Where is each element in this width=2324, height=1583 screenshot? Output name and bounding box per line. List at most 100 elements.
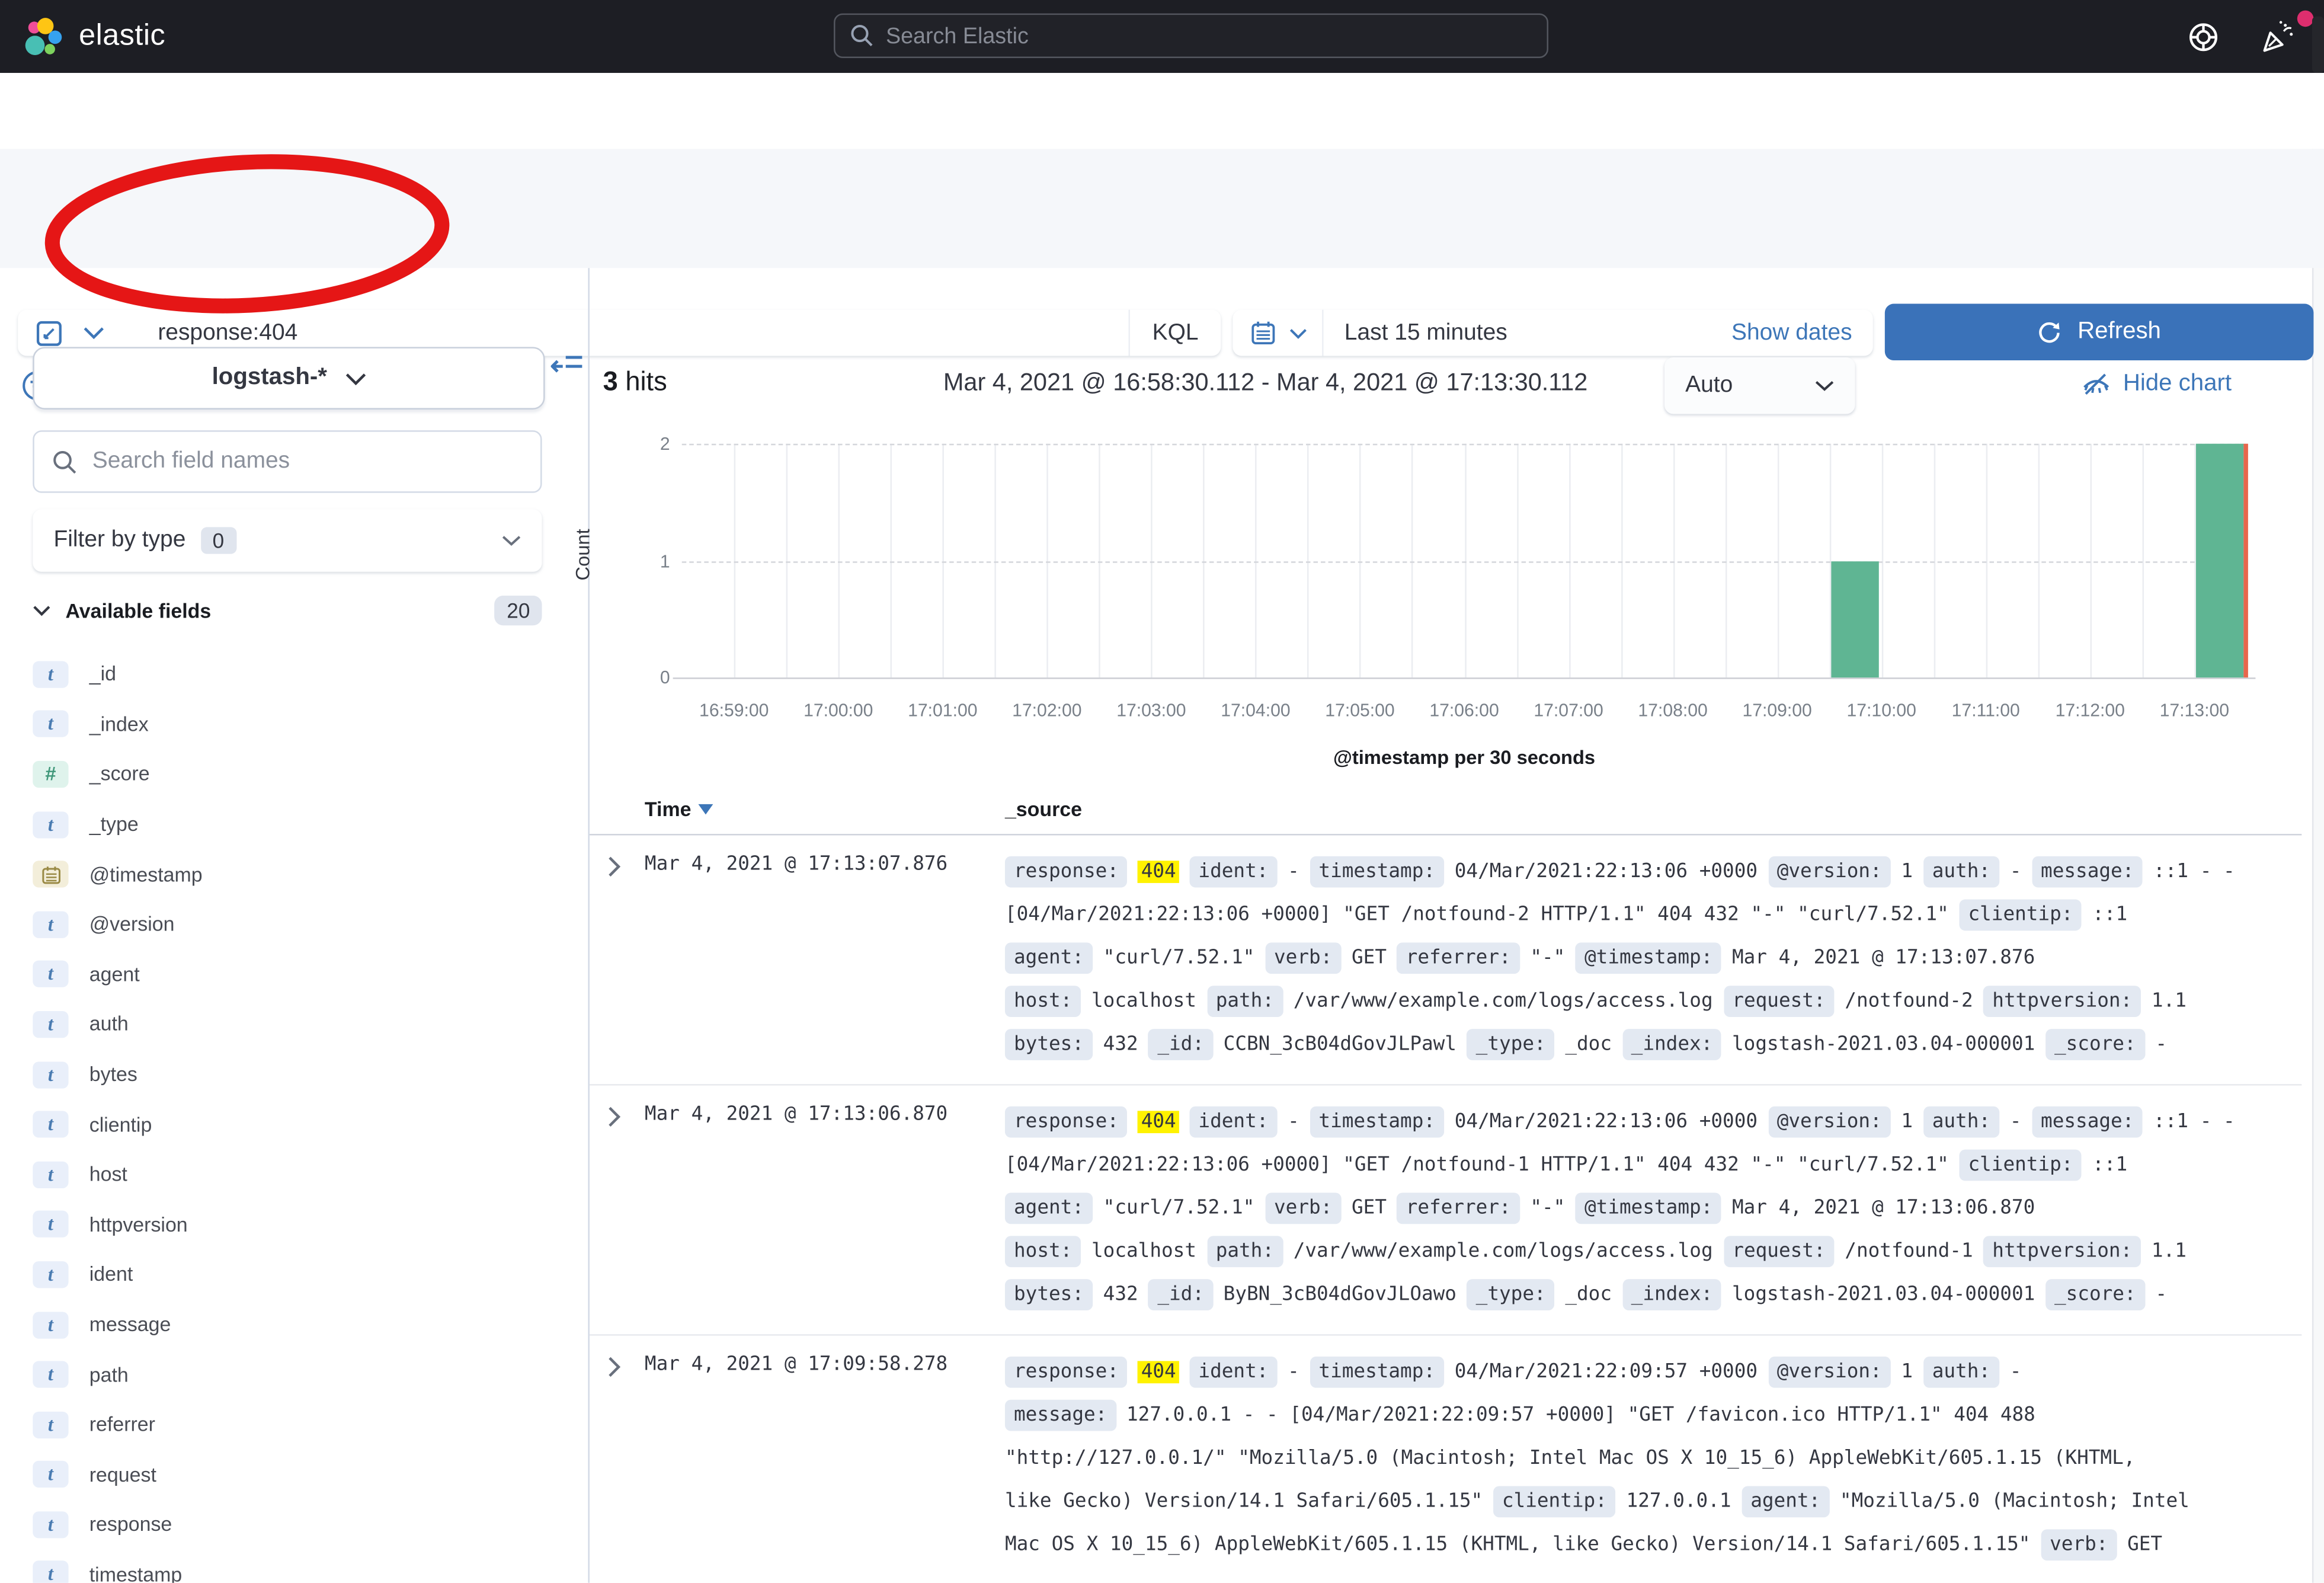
index-pattern-name: logstash-* [212, 365, 327, 392]
query-bar-section: response:404 KQL Last 15 minutes Show [0, 149, 2324, 268]
field-name: @timestamp [89, 863, 203, 885]
highlighted-value: 404 [1138, 1361, 1179, 1383]
chevron-down-icon [1289, 327, 1307, 338]
sidebar-field-agent[interactable]: tagent [33, 949, 553, 999]
sidebar-field-response[interactable]: tresponse [33, 1499, 553, 1549]
sidebar-field-version[interactable]: t@version [33, 899, 553, 949]
sidebar-field-clientip[interactable]: tclientip [33, 1099, 553, 1149]
filter-by-type-label: Filter by type [53, 527, 185, 554]
histogram-bar-17:13:00[interactable] [2196, 444, 2245, 677]
sidebar-field-index[interactable]: t_index [33, 699, 553, 749]
sidebar-field-type[interactable]: t_type [33, 800, 553, 849]
field-name-pill: _score: [2045, 1029, 2145, 1060]
sidebar-field-request[interactable]: trequest [33, 1450, 553, 1499]
global-search-input[interactable]: Search Elastic [834, 14, 1548, 58]
expand-row-icon[interactable] [607, 1106, 621, 1127]
field-name-pill: _index: [1622, 1279, 1722, 1310]
field-name-pill: _id: [1148, 1279, 1213, 1310]
field-value: - [2010, 861, 2022, 883]
interval-value: Auto [1685, 372, 1815, 399]
expand-row-icon[interactable] [607, 1357, 621, 1377]
sidebar-field-referrer[interactable]: treferrer [33, 1400, 553, 1450]
field-value: 04/Mar/2021:22:13:06 +0000 [1455, 1111, 1758, 1133]
field-name-pill: timestamp: [1310, 1106, 1444, 1138]
field-name: path [89, 1363, 129, 1386]
x-axis-tick: 17:01:00 [891, 700, 995, 721]
string-field-icon: t [33, 1311, 68, 1338]
news-button[interactable] [2258, 17, 2297, 56]
field-name: ident [89, 1264, 133, 1286]
sidebar-field-bytes[interactable]: tbytes [33, 1050, 553, 1099]
chart-plot-area[interactable]: 012 [682, 444, 2247, 677]
field-name-pill: clientip: [1959, 900, 2082, 931]
filter-by-type-dropdown[interactable]: Filter by type 0 [33, 509, 542, 572]
field-name-pill: referrer: [1397, 1193, 1520, 1224]
x-axis-tick: 17:06:00 [1412, 700, 1516, 721]
histogram-interval-select[interactable]: Auto [1664, 357, 1855, 414]
query-text[interactable]: response:404 [158, 319, 1128, 346]
string-field-icon: t [33, 811, 68, 837]
page-scrollbar[interactable] [2312, 73, 2324, 1583]
field-value: logstash-2021.03.04-000001 [1732, 1034, 2035, 1056]
sidebar-field-score[interactable]: #_score [33, 749, 553, 799]
quick-select-menu[interactable] [1233, 320, 1322, 346]
refresh-button[interactable]: Refresh [1885, 304, 2314, 360]
field-name-pill: auth: [1923, 856, 1999, 888]
hide-chart-toggle[interactable]: Hide chart [2081, 371, 2232, 398]
elastic-brand[interactable]: elastic [21, 14, 165, 59]
chevron-down-icon [84, 326, 104, 340]
sidebar-field-host[interactable]: thost [33, 1149, 553, 1199]
show-dates-link[interactable]: Show dates [1731, 319, 1852, 346]
field-value: 127.0.0.1 [1627, 1491, 1731, 1513]
expand-row-icon[interactable] [607, 856, 621, 877]
field-name: @version [89, 913, 175, 936]
brand-name: elastic [79, 20, 165, 54]
field-name-pill: agent: [1742, 1486, 1829, 1517]
row-source: response:404ident:-timestamp:04/Mar/2021… [1005, 1101, 2293, 1316]
field-value: 432 [1103, 1034, 1138, 1056]
field-name-pill: @version: [1768, 1357, 1891, 1388]
field-value: _doc [1565, 1284, 1612, 1306]
field-name-pill: ident: [1189, 1357, 1277, 1388]
sidebar-field-id[interactable]: t_id [33, 649, 553, 699]
field-name-pill: message: [2032, 1106, 2143, 1138]
string-field-icon: t [33, 961, 68, 987]
field-search-input[interactable]: Search field names [33, 430, 542, 493]
current-time-marker [2243, 444, 2248, 677]
query-language-button[interactable]: KQL [1128, 310, 1221, 356]
help-life-ring-icon[interactable] [2187, 20, 2220, 53]
field-value: "curl/7.52.1" [1103, 1197, 1255, 1220]
sidebar-field-path[interactable]: tpath [33, 1349, 553, 1399]
string-field-icon: t [33, 661, 68, 687]
field-name-pill: ident: [1189, 856, 1277, 888]
field-value: 04/Mar/2021:22:09:57 +0000 [1455, 1361, 1758, 1383]
sidebar-field-ident[interactable]: tident [33, 1249, 553, 1299]
saved-query-icon [36, 319, 62, 346]
available-fields-header[interactable]: Available fields 20 [33, 596, 542, 625]
sidebar-field-message[interactable]: tmessage [33, 1300, 553, 1349]
index-pattern-selector[interactable]: logstash-* [33, 347, 545, 410]
column-header-time[interactable]: Time [645, 798, 713, 821]
sidebar-field-auth[interactable]: tauth [33, 999, 553, 1049]
sidebar-field-timestamp[interactable]: @timestamp [33, 849, 553, 899]
field-name-pill: @timestamp: [1576, 942, 1721, 974]
sidebar-field-httpversion[interactable]: thttpversion [33, 1200, 553, 1249]
field-value: 432 [1103, 1284, 1138, 1306]
calendar-icon [1251, 320, 1276, 346]
date-picker[interactable]: Last 15 minutes Show dates [1233, 310, 1872, 356]
histogram-bar-17:09:30[interactable] [1831, 561, 1880, 677]
time-range-value[interactable]: Last 15 minutes [1345, 319, 1731, 346]
scrollbar-thumb[interactable] [2312, 17, 2324, 73]
x-axis-tick: 17:04:00 [1203, 700, 1308, 721]
field-name-pill: referrer: [1397, 942, 1520, 974]
field-value: "http://127.0.0.1/" "Mozilla/5.0 (Macint… [1005, 1447, 2135, 1470]
sidebar-field-timestamp[interactable]: ttimestamp [33, 1550, 553, 1583]
table-header: Time _source [590, 792, 2301, 836]
collapse-sidebar-icon[interactable] [551, 351, 584, 381]
saved-query-menu[interactable] [18, 319, 125, 346]
field-name-pill: host: [1005, 986, 1081, 1017]
field-value: ::1 [2092, 1154, 2127, 1176]
field-name-pill: response: [1005, 1357, 1128, 1388]
top-chrome-bar: elastic Search Elastic [0, 0, 2324, 73]
field-value: GET [1352, 1197, 1387, 1220]
